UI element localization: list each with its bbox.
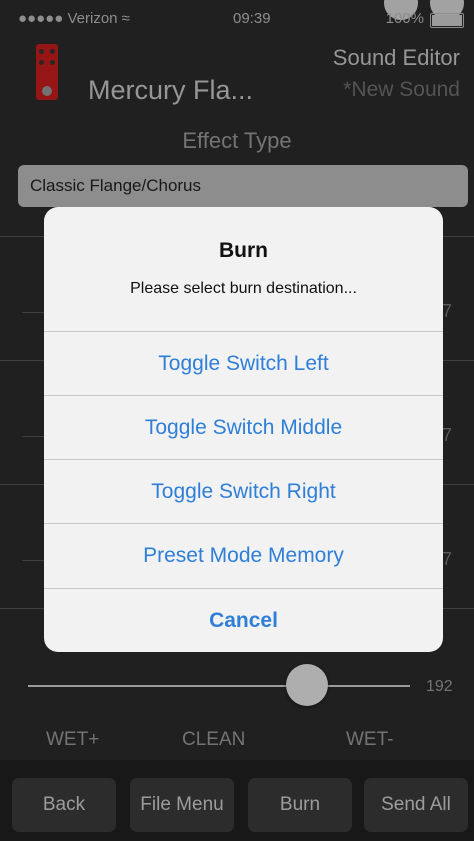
cancel-button[interactable]: Cancel bbox=[44, 588, 443, 652]
app-screen: ●●●●● Verizon ≈ 09:39 100% Mercury Fla..… bbox=[0, 0, 474, 841]
dialog-title: Burn bbox=[219, 239, 268, 262]
toggle-switch-right-option[interactable]: Toggle Switch Right bbox=[44, 459, 443, 523]
toggle-switch-left-option[interactable]: Toggle Switch Left bbox=[44, 331, 443, 395]
dialog-message: Please select burn destination... bbox=[130, 280, 357, 297]
toggle-switch-middle-option[interactable]: Toggle Switch Middle bbox=[44, 395, 443, 459]
preset-mode-memory-option[interactable]: Preset Mode Memory bbox=[44, 523, 443, 587]
burn-dialog: Burn Please select burn destination... T… bbox=[44, 207, 443, 652]
